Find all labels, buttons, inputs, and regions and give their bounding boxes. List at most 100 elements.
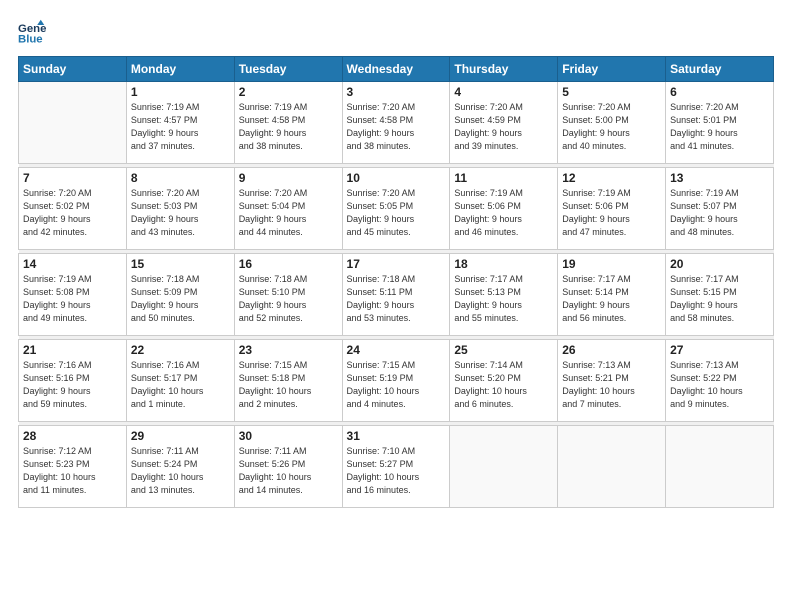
calendar-cell: 21 Sunrise: 7:16 AM Sunset: 5:16 PM Dayli… [19, 340, 127, 422]
calendar-cell: 29Sunrise: 7:11 AM Sunset: 5:24 PM Dayli… [126, 426, 234, 508]
day-number: 13 [670, 171, 769, 185]
calendar-cell: 8 Sunrise: 7:20 AM Sunset: 5:03 PM Daylig… [126, 168, 234, 250]
calendar-week-row: 21 Sunrise: 7:16 AM Sunset: 5:16 PM Dayli… [19, 340, 774, 422]
cell-info: Sunrise: 7:19 AM Sunset: 4:57 PM Dayligh… [131, 101, 230, 153]
calendar-cell: 2 Sunrise: 7:19 AM Sunset: 4:58 PM Daylig… [234, 82, 342, 164]
day-number: 7 [23, 171, 122, 185]
col-header-saturday: Saturday [666, 57, 774, 82]
cell-info: Sunrise: 7:12 AM Sunset: 5:23 PM Dayligh… [23, 445, 122, 497]
cell-info: Sunrise: 7:18 AM Sunset: 5:10 PM Dayligh… [239, 273, 338, 325]
logo: General Blue [18, 18, 48, 46]
day-number: 22 [131, 343, 230, 357]
day-number: 18 [454, 257, 553, 271]
calendar-week-row: 14 Sunrise: 7:19 AM Sunset: 5:08 PM Dayli… [19, 254, 774, 336]
calendar-cell: 19Sunrise: 7:17 AM Sunset: 5:14 PM Dayli… [558, 254, 666, 336]
calendar-cell: 20 Sunrise: 7:17 AM Sunset: 5:15 PM Dayli… [666, 254, 774, 336]
day-number: 28 [23, 429, 122, 443]
cell-info: Sunrise: 7:20 AM Sunset: 4:59 PM Dayligh… [454, 101, 553, 153]
calendar-cell: 11 Sunrise: 7:19 AM Sunset: 5:06 PM Dayli… [450, 168, 558, 250]
cell-info: Sunrise: 7:15 AM Sunset: 5:19 PM Dayligh… [347, 359, 446, 411]
calendar-cell: 6Sunrise: 7:20 AM Sunset: 5:01 PM Daylig… [666, 82, 774, 164]
cell-info: Sunrise: 7:16 AM Sunset: 5:17 PM Dayligh… [131, 359, 230, 411]
day-number: 3 [347, 85, 446, 99]
col-header-monday: Monday [126, 57, 234, 82]
day-number: 4 [454, 85, 553, 99]
day-number: 23 [239, 343, 338, 357]
day-number: 10 [347, 171, 446, 185]
day-number: 26 [562, 343, 661, 357]
day-number: 16 [239, 257, 338, 271]
calendar-cell: 10 Sunrise: 7:20 AM Sunset: 5:05 PM Dayli… [342, 168, 450, 250]
calendar-cell: 22 Sunrise: 7:16 AM Sunset: 5:17 PM Dayli… [126, 340, 234, 422]
calendar-cell: 26 Sunrise: 7:13 AM Sunset: 5:21 PM Dayli… [558, 340, 666, 422]
day-number: 11 [454, 171, 553, 185]
calendar-cell: 13 Sunrise: 7:19 AM Sunset: 5:07 PM Dayli… [666, 168, 774, 250]
day-number: 15 [131, 257, 230, 271]
calendar-cell: 27Sunrise: 7:13 AM Sunset: 5:22 PM Dayli… [666, 340, 774, 422]
calendar-cell: 3 Sunrise: 7:20 AM Sunset: 4:58 PM Daylig… [342, 82, 450, 164]
calendar-cell: 1 Sunrise: 7:19 AM Sunset: 4:57 PM Daylig… [126, 82, 234, 164]
cell-info: Sunrise: 7:19 AM Sunset: 5:06 PM Dayligh… [454, 187, 553, 239]
calendar-cell: 25 Sunrise: 7:14 AM Sunset: 5:20 PM Dayli… [450, 340, 558, 422]
calendar-cell: 24 Sunrise: 7:15 AM Sunset: 5:19 PM Dayli… [342, 340, 450, 422]
cell-info: Sunrise: 7:18 AM Sunset: 5:11 PM Dayligh… [347, 273, 446, 325]
cell-info: Sunrise: 7:15 AM Sunset: 5:18 PM Dayligh… [239, 359, 338, 411]
cell-info: Sunrise: 7:20 AM Sunset: 4:58 PM Dayligh… [347, 101, 446, 153]
calendar-cell: 12Sunrise: 7:19 AM Sunset: 5:06 PM Dayli… [558, 168, 666, 250]
cell-info: Sunrise: 7:17 AM Sunset: 5:14 PM Dayligh… [562, 273, 661, 325]
cell-info: Sunrise: 7:13 AM Sunset: 5:21 PM Dayligh… [562, 359, 661, 411]
calendar-week-row: 28 Sunrise: 7:12 AM Sunset: 5:23 PM Dayli… [19, 426, 774, 508]
day-number: 21 [23, 343, 122, 357]
calendar-cell: 28 Sunrise: 7:12 AM Sunset: 5:23 PM Dayli… [19, 426, 127, 508]
calendar-cell [19, 82, 127, 164]
cell-info: Sunrise: 7:19 AM Sunset: 5:07 PM Dayligh… [670, 187, 769, 239]
calendar-cell: 7 Sunrise: 7:20 AM Sunset: 5:02 PM Daylig… [19, 168, 127, 250]
calendar-cell: 23 Sunrise: 7:15 AM Sunset: 5:18 PM Dayli… [234, 340, 342, 422]
calendar-week-row: 7 Sunrise: 7:20 AM Sunset: 5:02 PM Daylig… [19, 168, 774, 250]
col-header-thursday: Thursday [450, 57, 558, 82]
calendar-cell [558, 426, 666, 508]
day-number: 5 [562, 85, 661, 99]
day-number: 1 [131, 85, 230, 99]
cell-info: Sunrise: 7:11 AM Sunset: 5:24 PM Dayligh… [131, 445, 230, 497]
calendar-cell: 17 Sunrise: 7:18 AM Sunset: 5:11 PM Dayli… [342, 254, 450, 336]
day-number: 20 [670, 257, 769, 271]
cell-info: Sunrise: 7:10 AM Sunset: 5:27 PM Dayligh… [347, 445, 446, 497]
cell-info: Sunrise: 7:19 AM Sunset: 4:58 PM Dayligh… [239, 101, 338, 153]
cell-info: Sunrise: 7:20 AM Sunset: 5:00 PM Dayligh… [562, 101, 661, 153]
cell-info: Sunrise: 7:20 AM Sunset: 5:04 PM Dayligh… [239, 187, 338, 239]
logo-icon: General Blue [18, 18, 46, 46]
col-header-wednesday: Wednesday [342, 57, 450, 82]
cell-info: Sunrise: 7:11 AM Sunset: 5:26 PM Dayligh… [239, 445, 338, 497]
cell-info: Sunrise: 7:16 AM Sunset: 5:16 PM Dayligh… [23, 359, 122, 411]
day-number: 12 [562, 171, 661, 185]
day-number: 25 [454, 343, 553, 357]
cell-info: Sunrise: 7:20 AM Sunset: 5:02 PM Dayligh… [23, 187, 122, 239]
day-number: 30 [239, 429, 338, 443]
cell-info: Sunrise: 7:17 AM Sunset: 5:15 PM Dayligh… [670, 273, 769, 325]
calendar-cell: 31Sunrise: 7:10 AM Sunset: 5:27 PM Dayli… [342, 426, 450, 508]
cell-info: Sunrise: 7:20 AM Sunset: 5:05 PM Dayligh… [347, 187, 446, 239]
calendar-cell: 9Sunrise: 7:20 AM Sunset: 5:04 PM Daylig… [234, 168, 342, 250]
day-number: 24 [347, 343, 446, 357]
cell-info: Sunrise: 7:20 AM Sunset: 5:01 PM Dayligh… [670, 101, 769, 153]
svg-text:Blue: Blue [18, 34, 43, 46]
day-number: 27 [670, 343, 769, 357]
day-number: 8 [131, 171, 230, 185]
cell-info: Sunrise: 7:20 AM Sunset: 5:03 PM Dayligh… [131, 187, 230, 239]
cell-info: Sunrise: 7:14 AM Sunset: 5:20 PM Dayligh… [454, 359, 553, 411]
col-header-sunday: Sunday [19, 57, 127, 82]
calendar-cell: 18Sunrise: 7:17 AM Sunset: 5:13 PM Dayli… [450, 254, 558, 336]
cell-info: Sunrise: 7:19 AM Sunset: 5:08 PM Dayligh… [23, 273, 122, 325]
header: General Blue [18, 18, 774, 46]
day-number: 14 [23, 257, 122, 271]
calendar-cell: 30 Sunrise: 7:11 AM Sunset: 5:26 PM Dayli… [234, 426, 342, 508]
calendar-cell [666, 426, 774, 508]
day-number: 17 [347, 257, 446, 271]
calendar-cell: 15Sunrise: 7:18 AM Sunset: 5:09 PM Dayli… [126, 254, 234, 336]
calendar-week-row: 1 Sunrise: 7:19 AM Sunset: 4:57 PM Daylig… [19, 82, 774, 164]
col-header-friday: Friday [558, 57, 666, 82]
col-header-tuesday: Tuesday [234, 57, 342, 82]
calendar-cell: 4 Sunrise: 7:20 AM Sunset: 4:59 PM Daylig… [450, 82, 558, 164]
day-number: 2 [239, 85, 338, 99]
